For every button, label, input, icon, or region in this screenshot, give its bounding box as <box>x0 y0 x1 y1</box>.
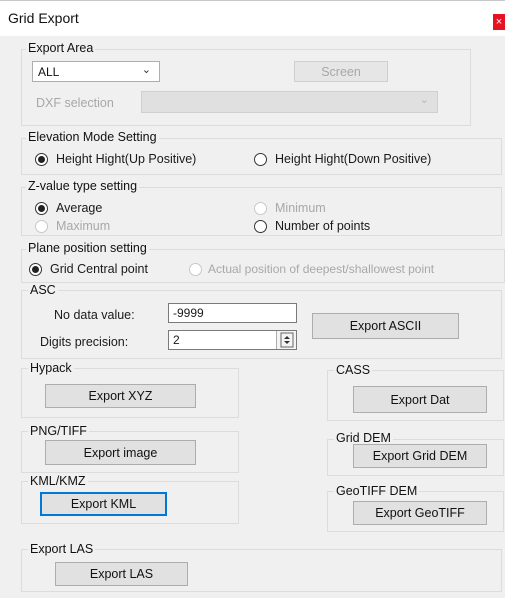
export-area-legend: Export Area <box>26 41 96 55</box>
zvalue-legend: Z-value type setting <box>26 179 140 193</box>
hypack-legend: Hypack <box>28 361 74 375</box>
export-image-button[interactable]: Export image <box>45 440 196 465</box>
chevron-down-icon: ⌄ <box>419 94 429 106</box>
digits-value: 2 <box>173 333 180 347</box>
zvalue-minimum-radio[interactable] <box>254 202 267 215</box>
elevation-down-label: Height Hight(Down Positive) <box>275 152 432 166</box>
elevation-legend: Elevation Mode Setting <box>26 130 159 144</box>
nodata-value: -9999 <box>173 306 204 320</box>
dxf-selection-select[interactable]: ⌄ <box>141 91 438 113</box>
elevation-up-label: Height Hight(Up Positive) <box>56 152 197 166</box>
export-area-select[interactable]: ALL ⌄ <box>32 61 160 82</box>
grid-dem-legend: Grid DEM <box>334 431 393 445</box>
plane-central-radio[interactable] <box>29 263 42 276</box>
plane-central-label: Grid Central point <box>50 262 148 276</box>
elevation-down-radio[interactable] <box>254 153 267 166</box>
close-button[interactable]: × <box>493 14 505 30</box>
export-grid-dem-button[interactable]: Export Grid DEM <box>353 444 487 468</box>
zvalue-average-label: Average <box>56 201 103 215</box>
zvalue-minimum-label: Minimum <box>275 201 326 215</box>
elevation-up-radio[interactable] <box>35 153 48 166</box>
zvalue-maximum-radio[interactable] <box>35 220 48 233</box>
export-geotiff-button[interactable]: Export GeoTIFF <box>353 501 487 525</box>
spin-updown-icon[interactable] <box>276 331 296 349</box>
window-title: Grid Export <box>8 10 79 26</box>
export-ascii-button[interactable]: Export ASCII <box>312 313 459 339</box>
screen-button[interactable]: Screen <box>294 61 388 82</box>
kml-kmz-legend: KML/KMZ <box>28 474 88 488</box>
cass-legend: CASS <box>334 363 373 377</box>
export-area-value: ALL <box>38 65 60 79</box>
asc-legend: ASC <box>28 283 58 297</box>
digits-label: Digits precision: <box>40 335 129 349</box>
digits-stepper[interactable]: 2 <box>168 330 297 350</box>
nodata-input[interactable]: -9999 <box>168 303 297 323</box>
close-icon: × <box>495 16 503 28</box>
las-legend: Export LAS <box>28 542 96 556</box>
dxf-selection-label: DXF selection <box>36 96 114 110</box>
export-las-button[interactable]: Export LAS <box>55 562 188 586</box>
zvalue-count-radio[interactable] <box>254 220 267 233</box>
nodata-label: No data value: <box>54 308 135 322</box>
plane-actual-label: Actual position of deepest/shallowest po… <box>208 262 435 276</box>
plane-legend: Plane position setting <box>26 241 149 255</box>
png-tiff-legend: PNG/TIFF <box>28 424 89 438</box>
zvalue-average-radio[interactable] <box>35 202 48 215</box>
chevron-down-icon: ⌄ <box>141 64 151 76</box>
geotiff-dem-legend: GeoTIFF DEM <box>334 484 420 498</box>
zvalue-maximum-label: Maximum <box>56 219 111 233</box>
zvalue-count-label: Number of points <box>275 219 371 233</box>
plane-actual-radio[interactable] <box>189 263 202 276</box>
export-dat-button[interactable]: Export Dat <box>353 386 487 413</box>
export-kml-button[interactable]: Export KML <box>40 492 167 516</box>
export-xyz-button[interactable]: Export XYZ <box>45 384 196 408</box>
